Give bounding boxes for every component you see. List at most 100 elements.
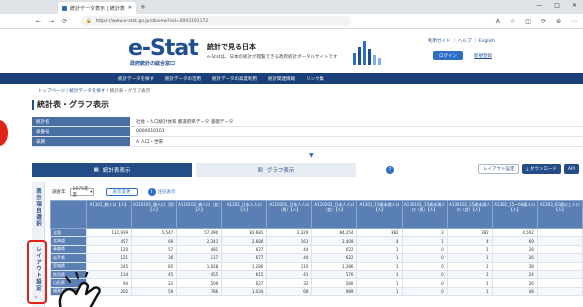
table-cell: 1 bbox=[446, 253, 493, 263]
login-button[interactable]: ログイン bbox=[433, 51, 463, 60]
row-label[interactable]: 全国 bbox=[50, 227, 87, 238]
table-cell: 1 bbox=[446, 286, 493, 297]
table-cell: 1 bbox=[356, 244, 403, 255]
breadcrumb-link-top[interactable]: トップページ bbox=[38, 89, 65, 94]
row-label[interactable]: 岩手県 bbox=[50, 253, 87, 263]
table-body: 全国 111,939 5,547 57,390 83,681 2,329 84,254 382… bbox=[50, 227, 583, 297]
breadcrumb: トップページ / 統計データを探す / 統計表・グラフ表示 bbox=[38, 88, 150, 94]
table-cell: 1,028 bbox=[176, 261, 223, 271]
table-cell: 2,341 bbox=[176, 236, 223, 246]
table-row: 秋田県 114 45 455 615 41 576 1 0 1 24 bbox=[50, 269, 583, 280]
table-cell: 84,254 bbox=[311, 227, 358, 238]
table-header-cell[interactable]: A110202_日本人人口（女）【人】 bbox=[311, 200, 358, 229]
chevron-down-icon: ▾ bbox=[90, 189, 93, 195]
table-cell: 120 bbox=[85, 244, 133, 255]
table-cell: 26 bbox=[491, 253, 538, 263]
nav-item-related[interactable]: 統計関連情報 bbox=[268, 76, 295, 82]
table-cell bbox=[536, 261, 583, 271]
table-header-cell[interactable]: A1101_総人口【人】 bbox=[85, 200, 133, 229]
table-cell: 36 bbox=[131, 253, 178, 263]
table-cell: 0 bbox=[401, 253, 448, 263]
table-header-cell[interactable]: A110101_総人口（男）【人】 bbox=[131, 200, 178, 229]
display-change-button[interactable]: 表示変更 bbox=[105, 188, 138, 196]
close-icon[interactable]: ✕ bbox=[128, 5, 132, 11]
chevron-down-icon[interactable]: ▼ bbox=[309, 152, 314, 159]
reload-icon[interactable]: ⟳ bbox=[62, 18, 67, 25]
bar-graph-logo-icon bbox=[353, 41, 381, 65]
extensions-icon[interactable]: ⊕ bbox=[556, 18, 561, 25]
register-link[interactable]: 新規登録 bbox=[474, 53, 492, 59]
breadcrumb-link-search[interactable]: 統計データを探す bbox=[69, 89, 105, 94]
row-label[interactable]: 北海道 bbox=[50, 236, 87, 246]
back-icon[interactable]: ← bbox=[36, 18, 41, 25]
table-row: 北海道 457 69 2,341 2,680 161 2,409 4 1 4 69 bbox=[50, 236, 583, 246]
table-cell: 4 bbox=[446, 236, 493, 246]
table-header-cell[interactable]: A1302_15～64歳人口【人】 bbox=[491, 200, 538, 229]
meta-row: 表番号 0000010101 bbox=[32, 127, 583, 137]
meta-value: 0000010101 bbox=[136, 129, 165, 134]
tab-graph-view[interactable]: ▥ グラフ表示 bbox=[196, 163, 356, 177]
table-cell: 45 bbox=[131, 269, 178, 280]
year-label: 調査年 bbox=[52, 190, 66, 195]
annotation-toggle[interactable]: i 注記表示 bbox=[147, 188, 176, 196]
table-cell: 382 bbox=[446, 227, 493, 238]
table-meta-info: 統計名 社会・人口統計体系 都道府県データ 基礎データ 表番号 00000101… bbox=[32, 117, 583, 147]
year-select[interactable]: 1975年度 ▾ bbox=[69, 187, 94, 198]
forward-icon[interactable]: → bbox=[49, 18, 54, 25]
menu-icon[interactable]: ⋯ bbox=[571, 18, 577, 25]
row-label[interactable]: 青森県 bbox=[50, 244, 87, 255]
tab-table-view[interactable]: ▦ 統計表表示 bbox=[32, 163, 192, 177]
nav-item-search[interactable]: 統計データを探す bbox=[118, 76, 154, 82]
table-cell: 41 bbox=[266, 269, 313, 280]
nav-item-advanced[interactable]: 統計データの高度利用 bbox=[212, 76, 257, 82]
window-controls: — □ ✕ bbox=[536, 2, 577, 9]
table-cell: 0 bbox=[401, 244, 448, 255]
url-field[interactable]: 🔒 https://www.e-stat.go.jp/dbview?sid=00… bbox=[81, 16, 352, 26]
table-cell: 85 bbox=[131, 261, 178, 271]
nav-item-links[interactable]: リンク集 bbox=[306, 76, 324, 82]
download-button[interactable]: ⤓ ダウンロード bbox=[522, 164, 561, 174]
minimize-button[interactable]: — bbox=[536, 2, 542, 9]
table-cell: 0 bbox=[401, 286, 448, 297]
table-cell: 110 bbox=[266, 261, 313, 271]
screenshot-root: { "browser": { "tab_title": "統計データ表示 | 統… bbox=[0, 0, 583, 307]
table-header-cell[interactable]: A110102_総人口（女）【人】 bbox=[176, 200, 223, 229]
header-top-links[interactable]: 利用ガイド ｜ ヘルプ ｜ English bbox=[428, 38, 495, 44]
estat-logo[interactable]: e-Stat bbox=[128, 36, 199, 61]
table-header-cell[interactable]: A1303_65歳以上人口【人】 bbox=[536, 200, 583, 229]
help-icon[interactable]: ? bbox=[386, 166, 394, 174]
favorite-icon[interactable]: ☆ bbox=[510, 18, 515, 25]
browser-tab[interactable]: 統計データ表示 | 統計表・グラフ表示 ✕ bbox=[58, 2, 136, 14]
table-cell: 677 bbox=[221, 253, 268, 263]
new-tab-button[interactable]: + bbox=[140, 3, 146, 11]
table-header-cell bbox=[50, 200, 87, 229]
table-cell: 786 bbox=[176, 286, 223, 297]
table-cell bbox=[536, 236, 583, 246]
table-header-cell[interactable]: A1301_15歳未満人口【人】 bbox=[356, 200, 403, 229]
table-header-cell[interactable]: A110201_日本人人口（男）【人】 bbox=[266, 200, 313, 229]
close-window-button[interactable]: ✕ bbox=[572, 2, 577, 9]
maximize-button[interactable]: □ bbox=[554, 2, 560, 9]
side-label-items[interactable]: 表示項目選択 bbox=[34, 188, 42, 227]
sync-icon[interactable]: ⟳ bbox=[541, 18, 546, 25]
table-cell: 457 bbox=[85, 236, 133, 246]
table-header-cell[interactable]: A130101_15歳未満人口（男）【人】 bbox=[401, 200, 448, 229]
table-toolbar: 調査年 1975年度 ▾ 表示変更 i 注記表示 bbox=[52, 187, 176, 198]
table-header-cell[interactable]: A1102_日本人人口【人】 bbox=[221, 200, 268, 229]
table-header-cell[interactable]: A130102_15歳未満人口（女）【人】 bbox=[446, 200, 493, 229]
table-action-buttons: レイアウト設定 ⤓ ダウンロード API bbox=[477, 164, 579, 174]
reader-icon[interactable]: A bbox=[496, 18, 500, 25]
table-cell: 3 bbox=[401, 227, 448, 238]
nav-item-use[interactable]: 統計データの活用 bbox=[165, 76, 201, 82]
logo-subtitle: 政府統計の総合窓口 bbox=[130, 61, 176, 67]
global-nav: 統計データを探す 統計データの活用 統計データの高度利用 統計関連情報 リンク集 bbox=[0, 73, 583, 84]
table-icon: ▦ bbox=[93, 167, 99, 173]
table-cell: 57 bbox=[131, 244, 178, 255]
layout-settings-button[interactable]: レイアウト設定 bbox=[477, 164, 520, 174]
table-cell: 111,939 bbox=[85, 227, 133, 238]
table-cell: 28 bbox=[491, 244, 538, 255]
row-label[interactable]: 宮城県 bbox=[50, 261, 87, 271]
api-button[interactable]: API bbox=[563, 164, 579, 174]
table-cell: 622 bbox=[311, 244, 358, 255]
collections-icon[interactable]: ◫ bbox=[525, 18, 531, 25]
